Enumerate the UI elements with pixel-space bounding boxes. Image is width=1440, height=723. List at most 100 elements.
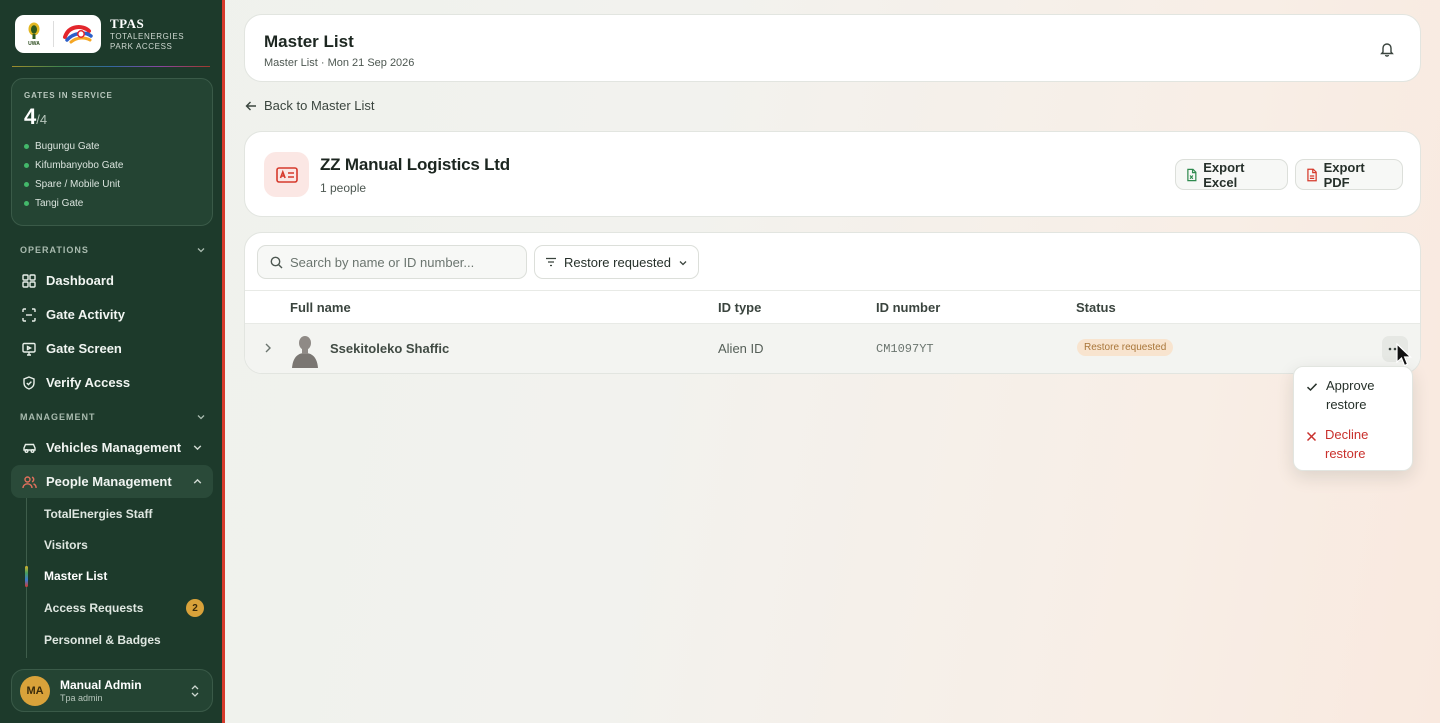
nav-gate-screen[interactable]: Gate Screen	[11, 332, 213, 365]
gate-item: Bugungu Gate	[24, 137, 200, 156]
brand-subtitle-1: TOTALENERGIES	[110, 32, 185, 41]
chevron-down-icon	[197, 415, 205, 420]
decline-restore-menu-item[interactable]: Decline restore	[1306, 425, 1405, 463]
access-requests-badge: 2	[186, 599, 204, 617]
close-icon	[1306, 431, 1317, 442]
section-management[interactable]: MANAGEMENT	[20, 412, 206, 422]
section-operations[interactable]: OPERATIONS	[20, 245, 206, 255]
gate-list: Bugungu Gate Kifumbanyobo Gate Spare / M…	[24, 137, 200, 213]
nav-people-label: People Management	[46, 474, 172, 489]
nav-people-management[interactable]: People Management	[11, 465, 213, 498]
status-dot-icon	[24, 144, 29, 149]
gate-name: Bugungu Gate	[35, 141, 100, 152]
approve-restore-label: Approve restore	[1326, 378, 1375, 412]
status-filter-select[interactable]: Restore requested	[534, 245, 699, 279]
grid-icon	[21, 273, 37, 289]
decline-restore-label: Decline restore	[1325, 427, 1369, 461]
nav-dashboard[interactable]: Dashboard	[11, 264, 213, 297]
people-table-card: Restore requested Full name ID type ID n…	[244, 232, 1421, 374]
nav-dashboard-label: Dashboard	[46, 273, 114, 288]
nav-gate-activity-label: Gate Activity	[46, 307, 125, 322]
users-icon	[21, 474, 37, 490]
person-photo	[289, 332, 321, 368]
gates-label: GATES IN SERVICE	[24, 91, 113, 100]
brand-title: TPAS	[110, 16, 145, 31]
monitor-icon	[21, 341, 37, 357]
nav-vehicles-label: Vehicles Management	[46, 440, 182, 455]
company-people-count: 1 people	[320, 181, 367, 195]
totalenergies-logo-icon	[54, 23, 101, 45]
brand-divider	[12, 66, 210, 67]
person-id-type: Alien ID	[718, 341, 764, 356]
chevron-right-icon[interactable]	[262, 341, 274, 355]
nav-verify-access-label: Verify Access	[46, 375, 131, 390]
gate-name: Tangi Gate	[35, 198, 84, 209]
nav-vehicles-management[interactable]: Vehicles Management	[11, 431, 213, 464]
column-header-full-name[interactable]: Full name	[290, 300, 351, 315]
chevron-up-icon	[193, 478, 202, 484]
search-field[interactable]	[257, 245, 527, 279]
person-id-number: CM1097YT	[876, 342, 934, 356]
mouse-cursor-icon	[1396, 343, 1412, 367]
status-dot-icon	[24, 182, 29, 187]
nav-gate-screen-label: Gate Screen	[46, 341, 122, 356]
column-header-id-number[interactable]: ID number	[876, 300, 940, 315]
column-header-id-type[interactable]: ID type	[718, 300, 761, 315]
gates-count-total: /4	[36, 112, 48, 127]
notifications-bell-icon[interactable]	[1380, 41, 1394, 57]
company-card: ZZ Manual Logistics Ltd 1 people Export …	[244, 131, 1421, 217]
subnav-visitors[interactable]: Visitors	[44, 536, 88, 554]
sidebar: UWA TPAS TOTALENERGIES PARK ACCESS GATES…	[0, 0, 222, 723]
user-menu[interactable]: MA Manual Admin Tpa admin	[11, 669, 213, 712]
chevron-updown-icon	[191, 685, 199, 697]
gate-name: Spare / Mobile Unit	[35, 179, 121, 190]
back-to-master-list-link[interactable]: Back to Master List	[245, 98, 375, 113]
spreadsheet-icon	[1187, 168, 1197, 181]
car-icon	[21, 440, 37, 456]
export-pdf-button[interactable]: Export PDF	[1295, 159, 1403, 190]
column-header-status[interactable]: Status	[1076, 300, 1116, 315]
subnav-totalenergies-staff[interactable]: TotalEnergies Staff	[44, 505, 152, 523]
chevron-down-icon	[193, 445, 202, 451]
subnav-access-requests[interactable]: Access Requests	[44, 599, 143, 617]
status-badge: Restore requested	[1077, 339, 1174, 356]
gate-item: Spare / Mobile Unit	[24, 175, 200, 194]
page-title: Master List	[264, 32, 354, 51]
brand-logo: UWA	[15, 15, 101, 53]
filter-icon	[546, 257, 556, 267]
brand[interactable]: UWA TPAS TOTALENERGIES PARK ACCESS	[15, 15, 184, 53]
status-dot-icon	[24, 201, 29, 206]
search-icon	[270, 256, 283, 268]
section-operations-label: OPERATIONS	[20, 245, 89, 255]
gates-count-value: 4	[24, 104, 37, 129]
chevron-down-icon	[197, 248, 205, 253]
subnav-master-list[interactable]: Master List	[44, 567, 107, 585]
export-excel-button[interactable]: Export Excel	[1175, 159, 1288, 190]
page-breadcrumb: Master List · Mon 21 Sep 2026	[264, 57, 415, 69]
status-filter-value: Restore requested	[564, 254, 671, 270]
row-actions-menu: Approve restore Decline restore	[1293, 366, 1413, 471]
id-card-icon	[264, 152, 309, 197]
search-input[interactable]	[290, 254, 510, 270]
gates-count: 4/4	[24, 106, 200, 131]
user-name: Manual Admin	[60, 678, 142, 692]
user-info: Manual Admin Tpa admin	[60, 678, 142, 703]
status-dot-icon	[24, 163, 29, 168]
table-header: Full name ID type ID number Status	[245, 290, 1420, 324]
uwa-logo-icon: UWA	[15, 15, 53, 53]
submenu-active-indicator	[25, 566, 28, 587]
gate-name: Kifumbanyobo Gate	[35, 160, 124, 171]
scan-icon	[21, 307, 37, 323]
user-role: Tpa admin	[60, 693, 103, 703]
section-management-label: MANAGEMENT	[20, 412, 96, 422]
brand-subtitle-2: PARK ACCESS	[110, 42, 173, 51]
arrow-left-icon	[245, 101, 256, 110]
table-row[interactable]: Ssekitoleko Shaffic Alien ID CM1097YT Re…	[245, 324, 1420, 373]
person-full-name: Ssekitoleko Shaffic	[330, 341, 450, 356]
approve-restore-menu-item[interactable]: Approve restore	[1306, 376, 1406, 414]
document-icon	[1307, 168, 1317, 181]
subnav-personnel-badges[interactable]: Personnel & Badges	[44, 631, 161, 649]
nav-verify-access[interactable]: Verify Access	[11, 366, 213, 399]
brand-text: TPAS TOTALENERGIES PARK ACCESS	[110, 16, 184, 52]
nav-gate-activity[interactable]: Gate Activity	[11, 298, 213, 331]
